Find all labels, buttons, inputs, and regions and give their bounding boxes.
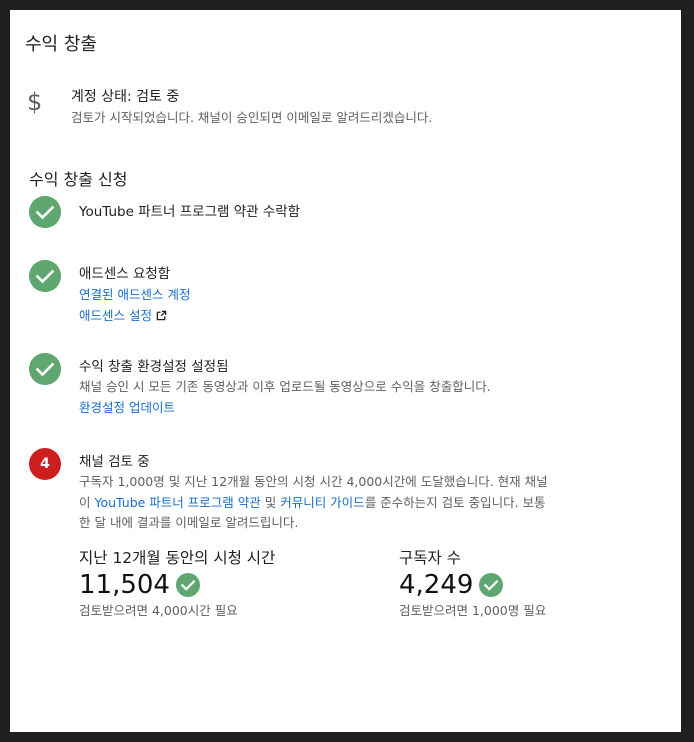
subscribers-label: 구독자 수: [399, 549, 461, 567]
step-description: 채널 승인 시 모든 기존 동영상과 이후 업로드될 동영상으로 수익을 창출합…: [79, 379, 491, 394]
step-title: 채널 검토 중: [79, 454, 150, 470]
check-circle-icon: [175, 573, 200, 597]
watch-hours-value: 11,504: [79, 570, 170, 600]
step-title: 애드센스 요청함: [79, 266, 171, 282]
external-link-icon: [156, 310, 167, 321]
subscribers-metric: 구독자 수 4,249 검토받으려면 1,000명 필요: [399, 546, 559, 620]
page-title: 수익 창출: [25, 34, 97, 55]
update-preferences-link[interactable]: 환경설정 업데이트: [79, 400, 175, 415]
check-circle-icon: [29, 196, 61, 228]
svg-text:$: $: [27, 88, 42, 116]
adsense-settings-link[interactable]: 애드센스 설정: [79, 308, 167, 323]
dollar-icon: $: [27, 88, 42, 116]
step-number-badge: 4: [29, 448, 61, 480]
adsense-settings-label: 애드센스 설정: [79, 308, 152, 323]
monetization-panel: 수익 창출 $ 계정 상태: 검토 중 검토가 시작되었습니다. 채널이 승인되…: [10, 10, 681, 732]
step-title: 수익 창출 환경설정 설정됨: [79, 359, 229, 375]
account-status-title: 계정 상태: 검토 중: [71, 89, 180, 105]
subscribers-note: 검토받으려면 1,000명 필요: [399, 603, 547, 618]
check-circle-icon: [29, 353, 61, 385]
watch-hours-metric: 지난 12개월 동안의 시청 시간 11,504 검토받으려면 4,000시간 …: [79, 546, 275, 620]
watch-hours-label: 지난 12개월 동안의 시청 시간: [79, 549, 276, 567]
application-section-title: 수익 창출 신청: [29, 170, 128, 189]
partner-program-terms-link[interactable]: YouTube 파트너 프로그램 약관: [94, 495, 260, 510]
review-text-part: 및: [260, 494, 281, 510]
watch-hours-note: 검토받으려면 4,000시간 필요: [79, 603, 238, 618]
account-status-description: 검토가 시작되었습니다. 채널이 승인되면 이메일로 알려드리겠습니다.: [71, 110, 433, 125]
check-circle-icon: [29, 260, 61, 292]
review-description: 구독자 1,000명 및 지난 12개월 동안의 시청 시간 4,000시간에 …: [79, 472, 557, 534]
step-title: YouTube 파트너 프로그램 약관 수락함: [79, 204, 301, 220]
community-guidelines-link[interactable]: 커뮤니티 가이드: [280, 495, 364, 510]
subscribers-value: 4,249: [399, 570, 474, 600]
check-circle-icon: [479, 573, 504, 597]
linked-adsense-account-link[interactable]: 연결된 애드센스 계정: [79, 287, 190, 302]
